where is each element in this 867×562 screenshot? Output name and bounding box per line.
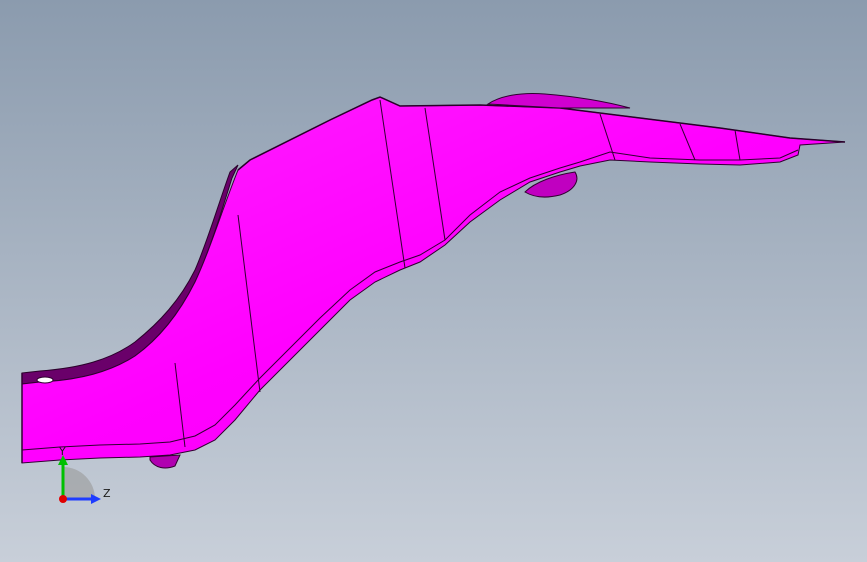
triad-z-label: Z — [103, 487, 111, 500]
x-axis-point-icon — [59, 495, 67, 503]
triad-y-label: Y — [58, 445, 66, 458]
part-hole — [36, 376, 54, 384]
viewport-canvas[interactable]: Y Z — [0, 0, 867, 562]
3d-viewport[interactable]: Y Z — [0, 0, 867, 562]
viewport-background — [0, 0, 867, 562]
